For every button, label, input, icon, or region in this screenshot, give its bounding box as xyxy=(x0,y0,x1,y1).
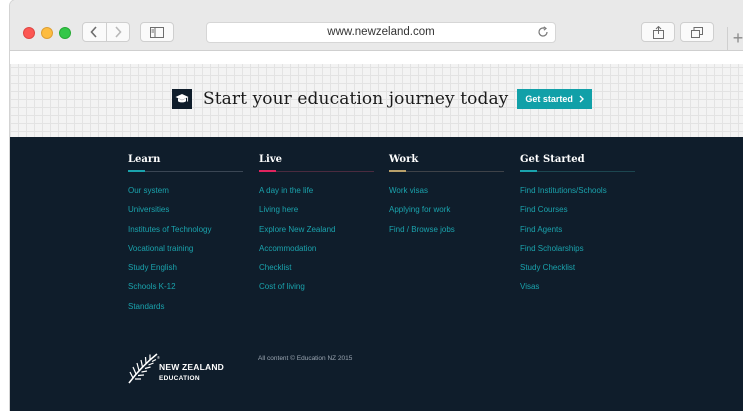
logo-wordmark: NEW ZEALAND EDUCATION xyxy=(159,363,224,383)
forward-button[interactable] xyxy=(105,23,130,41)
svg-text:®: ® xyxy=(157,355,160,360)
footer-column-get-started: Get Started Find Institutions/Schools Fi… xyxy=(520,154,635,301)
footer-column-learn: Learn Our system Universities Institutes… xyxy=(128,154,243,320)
footer-link[interactable]: Accommodation xyxy=(259,243,374,262)
divider-accent xyxy=(389,170,406,172)
footer-link-list: Our system Universities Institutes of Te… xyxy=(128,185,243,320)
footer-link[interactable]: Work visas xyxy=(389,185,504,204)
footer-column-title: Get Started xyxy=(520,154,585,165)
plus-icon: + xyxy=(732,28,743,48)
reload-icon[interactable] xyxy=(537,26,549,38)
footer-link[interactable]: Find / Browse jobs xyxy=(389,224,504,243)
logo-line-1: NEW ZEALAND xyxy=(159,362,224,372)
footer-link[interactable]: Standards xyxy=(128,301,243,320)
footer-link[interactable]: Study Checklist xyxy=(520,262,635,281)
close-window-button[interactable] xyxy=(23,27,35,39)
graduation-cap-icon xyxy=(172,89,192,109)
cta-band: Start your education journey today Get s… xyxy=(10,51,743,137)
band-top-strip xyxy=(10,51,743,64)
footer-column-live: Live A day in the life Living here Explo… xyxy=(259,154,374,301)
divider-accent xyxy=(128,170,145,172)
web-page: Start your education journey today Get s… xyxy=(10,51,743,411)
share-button[interactable] xyxy=(641,22,675,42)
footer-divider xyxy=(128,170,243,172)
sidebar-icon xyxy=(150,26,164,38)
back-button[interactable] xyxy=(83,23,106,41)
footer-link[interactable]: Universities xyxy=(128,204,243,223)
footer-link[interactable]: Vocational training xyxy=(128,243,243,262)
footer-link[interactable]: Living here xyxy=(259,204,374,223)
footer-link[interactable]: Cost of living xyxy=(259,281,374,300)
footer-divider xyxy=(259,170,374,172)
footer-link[interactable]: Study English xyxy=(128,262,243,281)
chevron-right-icon xyxy=(579,95,584,103)
footer-link-list: A day in the life Living here Explore Ne… xyxy=(259,185,374,301)
browser-toolbar: www.newzeland.com + xyxy=(10,0,743,51)
footer-divider xyxy=(389,170,504,172)
footer-link[interactable]: Find Agents xyxy=(520,224,635,243)
footer-link-list: Find Institutions/Schools Find Courses F… xyxy=(520,185,635,301)
footer-divider xyxy=(520,170,635,172)
chevron-right-icon xyxy=(115,26,122,38)
maximize-window-button[interactable] xyxy=(59,27,71,39)
footer-link[interactable]: Our system xyxy=(128,185,243,204)
footer-link[interactable]: Schools K-12 xyxy=(128,281,243,300)
tabs-icon xyxy=(691,26,703,38)
browser-window: www.newzeland.com + Start your education… xyxy=(10,0,743,411)
new-tab-button[interactable]: + xyxy=(727,27,743,50)
site-footer: Learn Our system Universities Institutes… xyxy=(10,137,743,411)
footer-column-work: Work Work visas Applying for work Find /… xyxy=(389,154,504,243)
tabs-overview-button[interactable] xyxy=(680,22,714,42)
footer-link[interactable]: Checklist xyxy=(259,262,374,281)
footer-link[interactable]: Explore New Zealand xyxy=(259,224,374,243)
minimize-window-button[interactable] xyxy=(41,27,53,39)
footer-link-list: Work visas Applying for work Find / Brow… xyxy=(389,185,504,243)
footer-link[interactable]: A day in the life xyxy=(259,185,374,204)
cta-heading: Start your education journey today xyxy=(203,89,509,109)
history-nav-group xyxy=(82,22,130,42)
footer-link[interactable]: Find Institutions/Schools xyxy=(520,185,635,204)
footer-link[interactable]: Applying for work xyxy=(389,204,504,223)
footer-link[interactable]: Find Scholarships xyxy=(520,243,635,262)
sidebar-button[interactable] xyxy=(140,22,174,42)
logo-line-2: EDUCATION xyxy=(159,375,200,382)
get-started-label: Get started xyxy=(525,94,573,104)
share-icon xyxy=(652,25,664,39)
divider-accent xyxy=(259,170,276,172)
footer-link[interactable]: Visas xyxy=(520,281,635,300)
footer-column-title: Learn xyxy=(128,154,161,165)
divider-accent xyxy=(520,170,537,172)
copyright-text: All content © Education NZ 2015 xyxy=(258,355,353,362)
get-started-button[interactable]: Get started xyxy=(517,89,592,109)
footer-link[interactable]: Institutes of Technology xyxy=(128,224,243,243)
address-bar-url: www.newzeland.com xyxy=(327,26,435,38)
cta-row: Start your education journey today Get s… xyxy=(172,88,592,110)
nz-education-logo[interactable]: ® NEW ZEALAND EDUCATION xyxy=(127,351,237,385)
footer-column-title: Work xyxy=(389,154,419,165)
chevron-left-icon xyxy=(90,26,97,38)
footer-column-title: Live xyxy=(259,154,283,165)
silver-fern-icon: ® xyxy=(128,353,160,384)
footer-link[interactable]: Find Courses xyxy=(520,204,635,223)
address-bar[interactable]: www.newzeland.com xyxy=(206,22,556,43)
